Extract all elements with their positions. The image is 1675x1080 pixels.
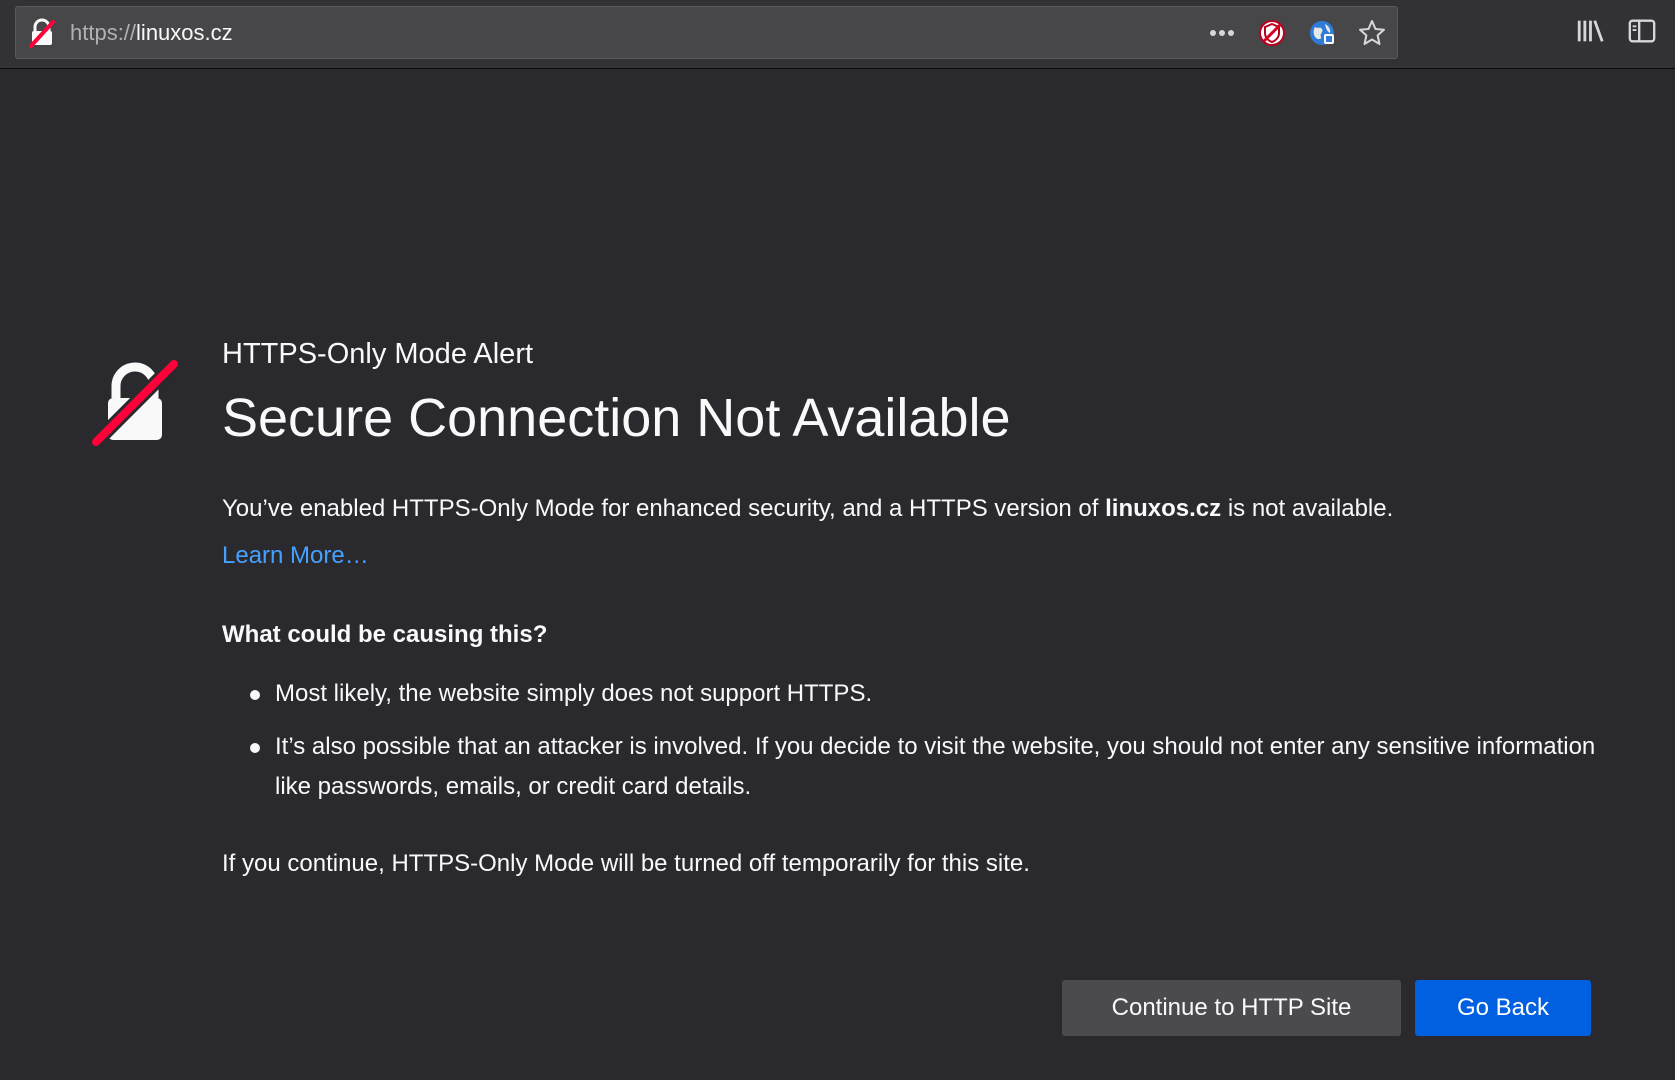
url-scheme: https:// bbox=[70, 20, 137, 45]
bullet-icon bbox=[250, 690, 260, 700]
list-item-text: It’s also possible that an attacker is i… bbox=[275, 733, 1596, 800]
broken-lock-icon[interactable] bbox=[26, 17, 58, 49]
broken-lock-icon bbox=[89, 357, 181, 449]
intro-text-before: You’ve enabled HTTPS-Only Mode for enhan… bbox=[222, 495, 1106, 522]
url-text[interactable]: https://linuxos.cz bbox=[70, 20, 233, 46]
star-icon[interactable] bbox=[1357, 18, 1387, 48]
list-item-text: Most likely, the website simply does not… bbox=[275, 680, 873, 707]
intro-text: You’ve enabled HTTPS-Only Mode for enhan… bbox=[222, 492, 1602, 526]
continue-note: If you continue, HTTPS-Only Mode will be… bbox=[222, 850, 1030, 877]
go-back-button[interactable]: Go Back bbox=[1415, 980, 1591, 1036]
cause-heading: What could be causing this? bbox=[222, 621, 548, 648]
url-bar[interactable]: https://linuxos.cz bbox=[15, 6, 1398, 59]
page-actions bbox=[1207, 16, 1387, 50]
shield-extension-icon[interactable] bbox=[1257, 18, 1287, 48]
globe-extension-icon[interactable] bbox=[1307, 18, 1337, 48]
list-item: Most likely, the website simply does not… bbox=[222, 674, 1602, 714]
sidebar-icon[interactable] bbox=[1627, 16, 1657, 46]
intro-text-after: is not available. bbox=[1221, 495, 1394, 522]
error-text-column: HTTPS-Only Mode Alert Secure Connection … bbox=[222, 336, 1602, 881]
continue-to-http-button[interactable]: Continue to HTTP Site bbox=[1062, 980, 1401, 1036]
library-icon[interactable] bbox=[1575, 16, 1605, 46]
browser-toolbar: https://linuxos.cz bbox=[0, 0, 1675, 69]
page-title: Secure Connection Not Available bbox=[222, 388, 1011, 448]
intro-site-name: linuxos.cz bbox=[1105, 495, 1222, 522]
cause-list: Most likely, the website simply does not… bbox=[222, 674, 1602, 807]
bullet-icon bbox=[250, 743, 260, 753]
list-item: It’s also possible that an attacker is i… bbox=[222, 727, 1602, 807]
learn-more-link[interactable]: Learn More… bbox=[222, 540, 369, 572]
toolbar-right bbox=[1575, 16, 1657, 46]
url-host: linuxos.cz bbox=[136, 20, 233, 45]
alert-label: HTTPS-Only Mode Alert bbox=[222, 338, 534, 370]
more-dots-icon[interactable] bbox=[1207, 18, 1237, 48]
error-page: HTTPS-Only Mode Alert Secure Connection … bbox=[0, 70, 1675, 1080]
